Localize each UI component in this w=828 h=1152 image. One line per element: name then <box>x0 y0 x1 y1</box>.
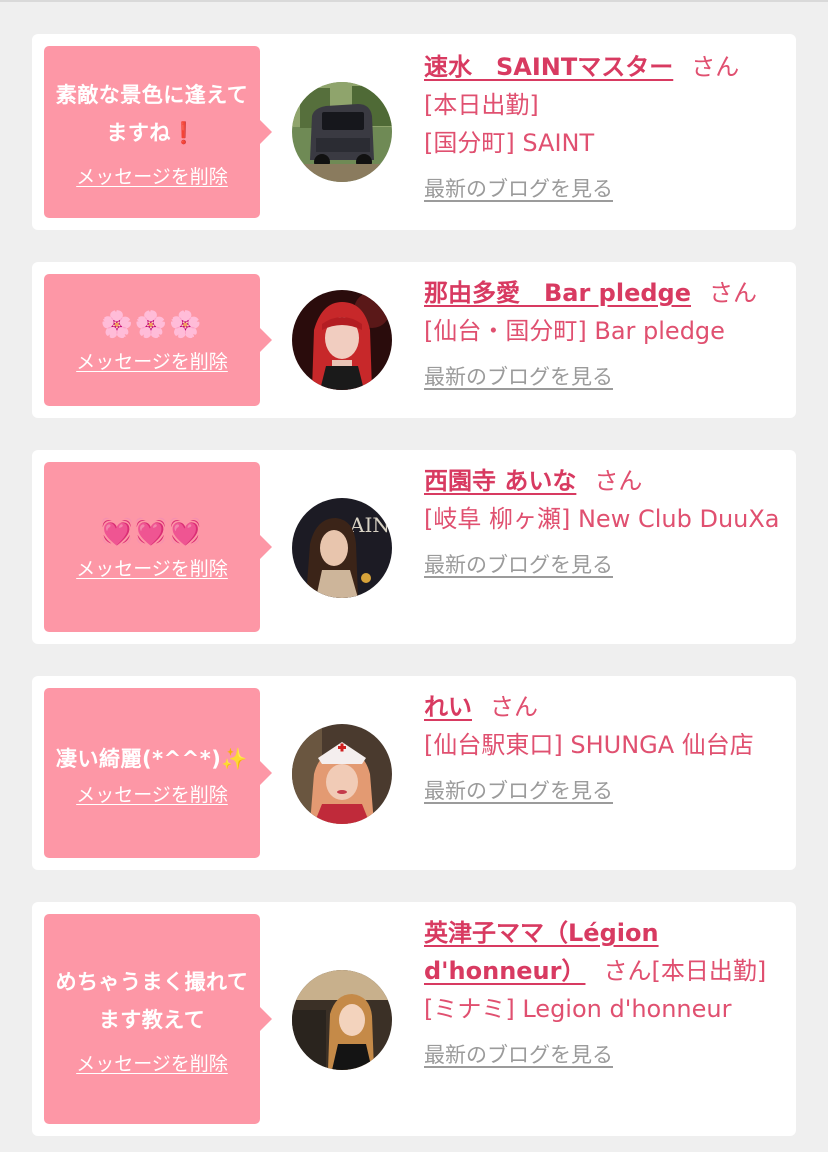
avatar[interactable] <box>292 82 392 182</box>
message-card: 凄い綺麗(*^^*)✨ メッセージを削除 れい さん [仙台駅東口] SHUNGA… <box>32 676 796 870</box>
latest-blog-link[interactable]: 最新のブログを見る <box>424 1036 613 1074</box>
sender-info: 那由多愛 Bar pledge さん [仙台・国分町] Bar pledge 最新… <box>424 274 784 396</box>
honorific: さん <box>603 957 652 985</box>
message-bubble: 💓💓💓 メッセージを削除 <box>44 462 272 632</box>
sparkles-emoji-icon: ✨ <box>221 746 248 771</box>
avatar-woman-red-hair-image <box>292 290 392 390</box>
message-text: 💓💓💓 <box>100 513 203 552</box>
latest-blog-link[interactable]: 最新のブログを見る <box>424 546 613 584</box>
exclamation-emoji-icon: ❗ <box>170 120 198 145</box>
message-text: 素敵な景色に逢えてますね❗ <box>52 76 252 152</box>
delete-message-link[interactable]: メッセージを削除 <box>76 554 228 581</box>
honorific: さん <box>691 53 740 81</box>
delete-message-link[interactable]: メッセージを削除 <box>76 347 228 374</box>
latest-blog-link[interactable]: 最新のブログを見る <box>424 170 613 208</box>
avatar-van-image <box>292 82 392 182</box>
message-bubble: 🌸🌸🌸 メッセージを削除 <box>44 274 272 406</box>
honorific: さん <box>490 693 538 721</box>
avatar-woman-nurse-cap-image <box>292 724 392 824</box>
delete-message-link[interactable]: メッセージを削除 <box>76 780 228 807</box>
message-card: めちゃうまく撮れてます教えて メッセージを削除 英津子ママ（Légion d'h… <box>32 902 796 1136</box>
shop-name: [仙台駅東口] SHUNGA 仙台店 <box>424 731 754 759</box>
avatar-woman-blonde-image <box>292 970 392 1070</box>
message-bubble: 凄い綺麗(*^^*)✨ メッセージを削除 <box>44 688 272 858</box>
sender-info: 西園寺 あいな さん [岐阜 柳ヶ瀬] New Club DuuXa 最新のブログ… <box>424 462 784 584</box>
delete-message-link[interactable]: メッセージを削除 <box>76 1049 228 1076</box>
shop-name: [岐阜 柳ヶ瀬] New Club DuuXa <box>424 505 780 533</box>
honorific: さん <box>709 279 757 307</box>
avatar[interactable]: AIN <box>292 498 392 598</box>
latest-blog-link[interactable]: 最新のブログを見る <box>424 358 613 396</box>
message-text: 凄い綺麗(*^^*)✨ <box>56 740 248 778</box>
shop-name: [仙台・国分町] Bar pledge <box>424 317 725 345</box>
sender-name-link[interactable]: れい <box>424 693 472 721</box>
avatar[interactable] <box>292 970 392 1070</box>
delete-message-link[interactable]: メッセージを削除 <box>76 162 228 189</box>
message-text: 🌸🌸🌸 <box>100 306 203 345</box>
sender-info: れい さん [仙台駅東口] SHUNGA 仙台店 最新のブログを見る <box>424 688 784 810</box>
cherry-blossom-emoji-icon: 🌸🌸🌸 <box>100 310 204 340</box>
message-bubble: めちゃうまく撮れてます教えて メッセージを削除 <box>44 914 272 1124</box>
avatar[interactable] <box>292 724 392 824</box>
sender-name-link[interactable]: 速水 SAINTマスター <box>424 53 673 81</box>
message-card: 🌸🌸🌸 メッセージを削除 那由多愛 Bar pledge さん [仙台・国分町] … <box>32 262 796 418</box>
message-text: めちゃうまく撮れてます教えて <box>55 969 249 1032</box>
sender-name-link[interactable]: 那由多愛 Bar pledge <box>424 279 691 307</box>
honorific: さん <box>594 467 643 495</box>
message-body: 凄い綺麗(*^^*) <box>55 746 222 771</box>
shop-name: [ミナミ] Legion d'honneur <box>424 995 732 1023</box>
shop-name: [国分町] SAINT <box>424 129 595 157</box>
sender-info: 英津子ママ（Légion d'honneur） さん[本日出勤] [ミナミ] Le… <box>424 914 784 1074</box>
work-status: [本日出勤] <box>424 91 539 119</box>
sender-name-link[interactable]: 西園寺 あいな <box>424 467 576 495</box>
svg-text:AIN: AIN <box>349 513 390 537</box>
message-body: 素敵な景色に逢えてますね <box>55 82 249 145</box>
sender-info: 速水 SAINTマスター さん [本日出勤] [国分町] SAINT 最新のブログ… <box>424 48 784 208</box>
work-status: [本日出勤] <box>651 957 767 985</box>
avatar[interactable] <box>292 290 392 390</box>
latest-blog-link[interactable]: 最新のブログを見る <box>424 772 613 810</box>
message-list: 素敵な景色に逢えてますね❗ メッセージを削除 速水 SAINTマスター さん [… <box>0 0 828 1152</box>
message-bubble: 素敵な景色に逢えてますね❗ メッセージを削除 <box>44 46 272 218</box>
message-card: 💓💓💓 メッセージを削除 AIN 西園寺 あいな さん [岐阜 柳ヶ瀬] New … <box>32 450 796 644</box>
avatar-woman-dark-image: AIN <box>292 498 392 598</box>
beating-heart-emoji-icon: 💓💓💓 <box>100 517 204 547</box>
message-card: 素敵な景色に逢えてますね❗ メッセージを削除 速水 SAINTマスター さん [… <box>32 34 796 230</box>
